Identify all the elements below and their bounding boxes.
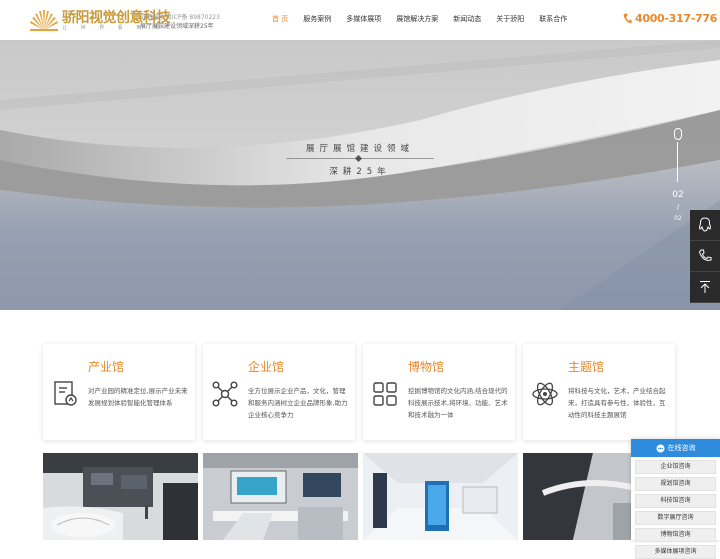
consult-item-multimedia[interactable]: 多媒体展项咨询 <box>635 545 716 559</box>
consult-item-science[interactable]: 科技馆咨询 <box>635 494 716 508</box>
consult-header[interactable]: 在线咨询 <box>631 439 720 457</box>
nav-item-cases[interactable]: 服务案例 <box>303 14 331 24</box>
online-consult-panel: 在线咨询 企业馆咨询 规划馆咨询 科技馆咨询 数字展厅咨询 博物馆咨询 多媒体展… <box>631 439 720 559</box>
icp-certificate: 证书编号 粤ICP备 89870223 <box>140 14 220 21</box>
nav-item-solutions[interactable]: 展馆解决方案 <box>396 14 438 24</box>
gallery-photo[interactable] <box>203 453 358 540</box>
header-slogan: 展厅展馆建设领域深耕25年 <box>140 23 214 30</box>
card-description: 将科技与文化，艺术，产业结合起来，打造具有参与性，体验性，互动性的科技主题展馆 <box>568 387 666 419</box>
hero-subtitle: 深耕25年 <box>329 167 391 177</box>
gallery-photo[interactable] <box>363 453 518 540</box>
gallery-photo[interactable] <box>43 453 198 540</box>
card-description: 全方位展示企业产品，文化，管理和服务内涵树立企业品牌形象,助力企业核心竞争力 <box>248 387 348 419</box>
scroll-mouse-icon <box>674 128 682 140</box>
total-slides: 02 <box>674 215 682 222</box>
back-to-top-icon <box>700 281 710 293</box>
pager-line <box>677 142 678 182</box>
slide-separator: / <box>676 203 680 211</box>
side-toolbar <box>690 210 720 303</box>
current-slide[interactable]: 02 <box>668 190 688 200</box>
card-title[interactable]: 主题馆 <box>568 358 604 375</box>
consult-item-digital[interactable]: 数字展厅咨询 <box>635 511 716 525</box>
network-nodes-icon <box>212 381 238 407</box>
phone-icon <box>698 249 712 261</box>
back-to-top-button[interactable] <box>690 272 720 303</box>
card-enterprise-hall[interactable]: 企业馆 全方位展示企业产品，文化，管理和服务内涵树立企业品牌形象,助力企业核心竞… <box>203 344 355 440</box>
card-description: 对产业园的精准定位,展示产业未来发展规划体验智能化管理体系 <box>88 387 188 407</box>
card-title[interactable]: 产业馆 <box>88 358 124 375</box>
nav-item-news[interactable]: 新闻动态 <box>453 14 481 24</box>
main-nav: 首 页 服务案例 多媒体展项 展馆解决方案 新闻动态 关于骄阳 联系合作 <box>272 14 582 24</box>
nav-item-multimedia[interactable]: 多媒体展项 <box>346 14 381 24</box>
card-description: 挖掘博物馆的文化内涵,结合现代的科技展示技术,将环境、功能、艺术和技术融为一体 <box>408 387 508 419</box>
qq-button[interactable] <box>690 210 720 241</box>
hero-banner: 展厅展馆建设领域 深耕25年 02 / 02 <box>0 40 720 310</box>
consult-item-enterprise[interactable]: 企业馆咨询 <box>635 460 716 474</box>
document-chart-icon <box>54 381 77 406</box>
atom-icon <box>532 382 558 406</box>
nav-item-about[interactable]: 关于骄阳 <box>496 14 524 24</box>
nav-item-home[interactable]: 首 页 <box>272 14 288 24</box>
consult-item-planning[interactable]: 规划馆咨询 <box>635 477 716 491</box>
hotline[interactable]: 4000-317-776 <box>623 12 717 25</box>
sun-logo-icon[interactable] <box>28 8 60 32</box>
site-header: 骄阳视觉创意科技 让 世 界 看 到 你 证书编号 粤ICP备 89870223… <box>0 0 720 41</box>
chat-bubble-icon <box>656 444 664 452</box>
phone-button[interactable] <box>690 241 720 272</box>
consult-title: 在线咨询 <box>667 444 696 452</box>
case-gallery <box>43 453 678 540</box>
hall-type-cards: 产业馆 对产业园的精准定位,展示产业未来发展规划体验智能化管理体系 企业馆 全方… <box>43 344 677 440</box>
grid-squares-icon <box>373 382 397 406</box>
hotline-number[interactable]: 4000-317-776 <box>635 12 717 25</box>
card-museum[interactable]: 博物馆 挖掘博物馆的文化内涵,结合现代的科技展示技术,将环境、功能、艺术和技术融… <box>363 344 515 440</box>
phone-icon <box>623 13 632 24</box>
hero-title: 展厅展馆建设领域 <box>305 144 414 154</box>
nav-item-contact[interactable]: 联系合作 <box>539 14 567 24</box>
card-theme-hall[interactable]: 主题馆 将科技与文化，艺术，产业结合起来，打造具有参与性，体验性，互动性的科技主… <box>523 344 675 440</box>
card-title[interactable]: 企业馆 <box>248 358 284 375</box>
card-title[interactable]: 博物馆 <box>408 358 444 375</box>
qq-icon <box>699 217 711 232</box>
card-industry-hall[interactable]: 产业馆 对产业园的精准定位,展示产业未来发展规划体验智能化管理体系 <box>43 344 195 440</box>
